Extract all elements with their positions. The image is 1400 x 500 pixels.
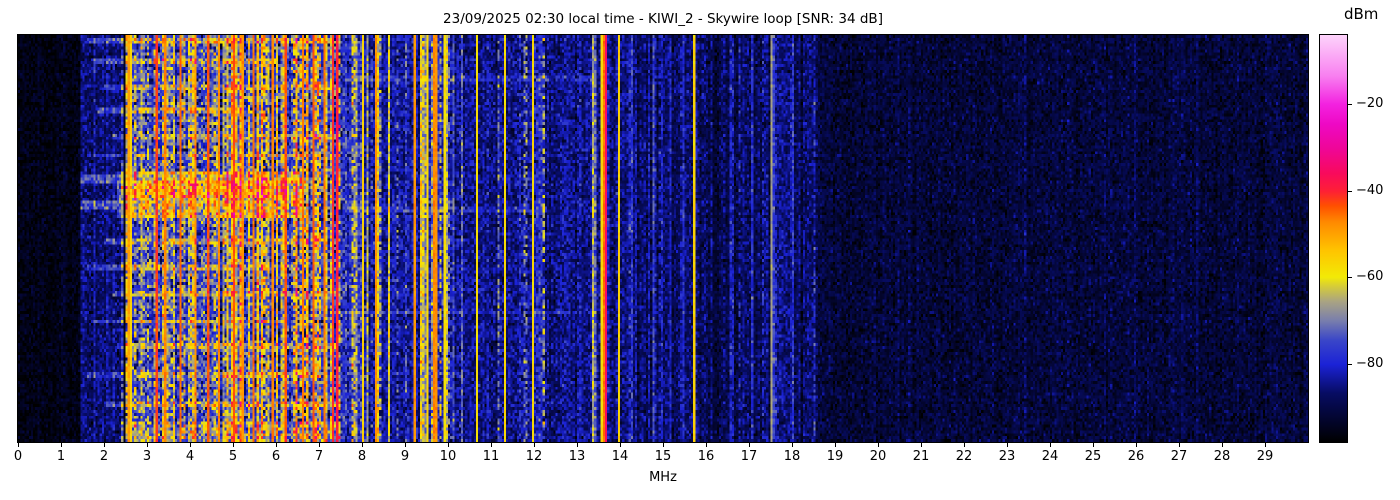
x-tick-label: 21 [912, 449, 930, 464]
x-tick-label: 14 [611, 449, 629, 464]
x-tick-mark [448, 443, 449, 447]
colorbar-tick-label: −20 [1356, 96, 1384, 112]
x-tick-mark [1222, 443, 1223, 447]
waterfall-heatmap [18, 35, 1308, 442]
x-tick-mark [1179, 443, 1180, 447]
x-tick-mark [792, 443, 793, 447]
x-tick-mark [878, 443, 879, 447]
x-tick-mark [276, 443, 277, 447]
x-tick-label: 18 [783, 449, 801, 464]
colorbar-tick-label: −40 [1356, 182, 1384, 198]
x-tick-label: 29 [1256, 449, 1274, 464]
x-tick-label: 24 [1041, 449, 1059, 464]
x-tick-label: 13 [568, 449, 586, 464]
x-tick-mark [749, 443, 750, 447]
x-tick-label: 22 [955, 449, 973, 464]
x-tick-mark [534, 443, 535, 447]
x-tick-label: 8 [357, 449, 367, 464]
x-tick-label: 28 [1213, 449, 1231, 464]
x-tick-mark [706, 443, 707, 447]
colorbar-tick-label: −80 [1356, 356, 1384, 372]
x-tick-label: 20 [869, 449, 887, 464]
x-tick-label: 17 [740, 449, 758, 464]
x-tick-mark [1050, 443, 1051, 447]
x-tick-mark [620, 443, 621, 447]
x-tick-mark [233, 443, 234, 447]
x-tick-label: 3 [142, 449, 152, 464]
x-tick-mark [147, 443, 148, 447]
page-title: 23/09/2025 02:30 local time - KIWI_2 - S… [443, 11, 883, 27]
colorbar-tick-mark [1348, 104, 1352, 106]
x-tick-mark [577, 443, 578, 447]
x-tick-label: 25 [1084, 449, 1102, 464]
x-tick-mark [1136, 443, 1137, 447]
x-tick-mark [1093, 443, 1094, 447]
x-tick-label: 0 [13, 449, 23, 464]
x-tick-label: 23 [998, 449, 1016, 464]
colorbar-tick-mark [1348, 364, 1352, 366]
x-tick-label: 6 [271, 449, 281, 464]
colorbar [1319, 34, 1348, 443]
x-tick-label: 16 [697, 449, 715, 464]
x-tick-label: 26 [1127, 449, 1145, 464]
x-tick-mark [663, 443, 664, 447]
x-tick-label: 10 [439, 449, 457, 464]
x-tick-label: 27 [1170, 449, 1188, 464]
x-tick-label: 19 [826, 449, 844, 464]
x-tick-label: 2 [99, 449, 109, 464]
x-tick-mark [1007, 443, 1008, 447]
x-tick-mark [491, 443, 492, 447]
x-tick-mark [1265, 443, 1266, 447]
spectrogram-figure: 23/09/2025 02:30 local time - KIWI_2 - S… [0, 0, 1400, 500]
x-tick-mark [18, 443, 19, 447]
x-tick-mark [835, 443, 836, 447]
x-tick-mark [104, 443, 105, 447]
x-tick-label: 11 [482, 449, 500, 464]
x-tick-mark [319, 443, 320, 447]
colorbar-tick-mark [1348, 277, 1352, 279]
x-tick-label: 4 [185, 449, 195, 464]
colorbar-gradient [1320, 35, 1347, 442]
x-axis-label: MHz [649, 470, 677, 485]
x-tick-label: 9 [400, 449, 410, 464]
x-tick-mark [964, 443, 965, 447]
x-tick-label: 1 [56, 449, 66, 464]
x-tick-mark [190, 443, 191, 447]
x-tick-mark [362, 443, 363, 447]
colorbar-tick-label: −60 [1356, 269, 1384, 285]
waterfall-plot-area [17, 34, 1309, 443]
x-tick-label: 5 [228, 449, 238, 464]
x-tick-mark [61, 443, 62, 447]
x-tick-mark [921, 443, 922, 447]
colorbar-unit-label: dBm [1344, 5, 1379, 23]
colorbar-tick-mark [1348, 190, 1352, 192]
x-tick-label: 7 [314, 449, 324, 464]
x-tick-label: 12 [525, 449, 543, 464]
x-tick-mark [405, 443, 406, 447]
x-tick-label: 15 [654, 449, 672, 464]
